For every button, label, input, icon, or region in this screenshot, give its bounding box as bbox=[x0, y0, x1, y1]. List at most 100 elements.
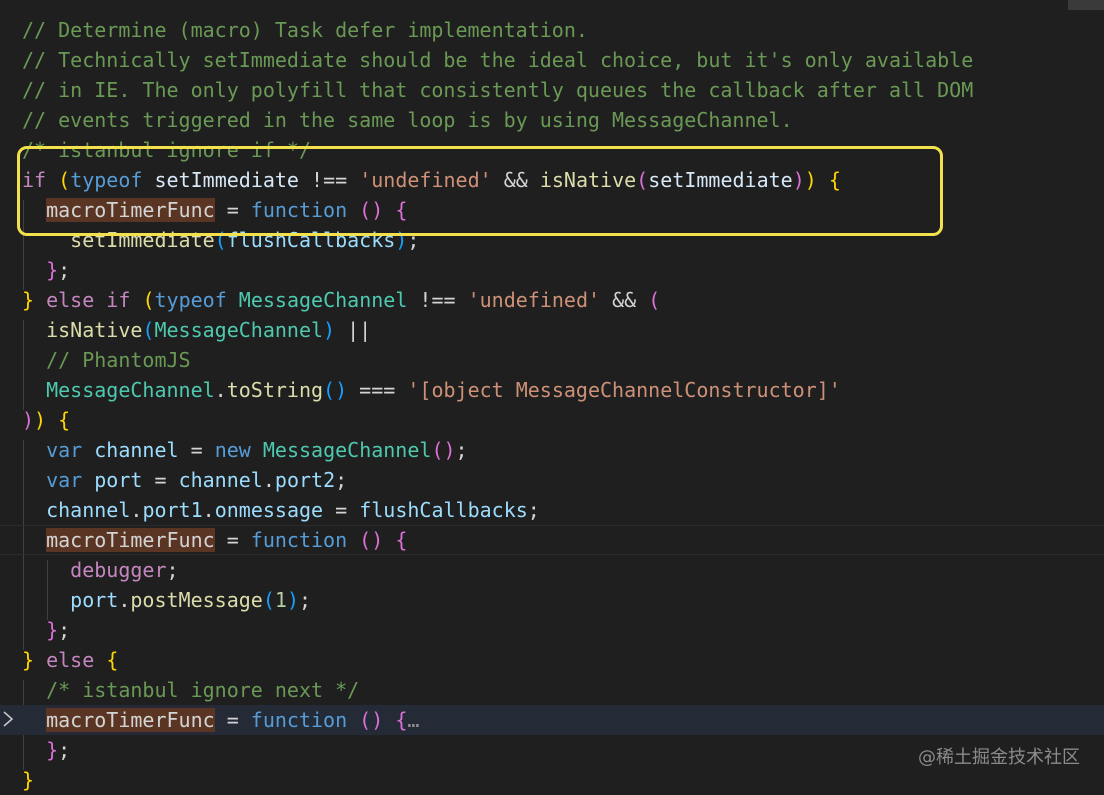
code-token: typeof bbox=[154, 288, 227, 312]
code-token: 1 bbox=[274, 588, 287, 612]
code-token: new bbox=[214, 438, 251, 462]
code-line-content: } else if (typeof MessageChannel !== 'un… bbox=[22, 285, 660, 315]
code-token: onmessage bbox=[214, 498, 324, 522]
code-token: () bbox=[431, 438, 456, 462]
code-line-content: }; bbox=[22, 615, 70, 645]
code-token: ) bbox=[286, 588, 299, 612]
code-line[interactable]: macroTimerFunc = function () { bbox=[0, 525, 1104, 555]
code-line[interactable]: } bbox=[0, 765, 1104, 795]
code-line[interactable]: isNative(MessageChannel) || bbox=[0, 315, 1104, 345]
code-token: } bbox=[46, 738, 59, 762]
code-editor[interactable]: // Determine (macro) Task defer implemen… bbox=[0, 0, 1104, 792]
code-line[interactable]: // in IE. The only polyfill that consist… bbox=[0, 75, 1104, 105]
code-line[interactable]: macroTimerFunc = function () {… bbox=[0, 705, 1104, 735]
code-token: = bbox=[214, 708, 251, 732]
code-line[interactable]: }; bbox=[0, 255, 1104, 285]
code-token: { bbox=[395, 528, 408, 552]
code-line-content: // Technically setImmediate should be th… bbox=[22, 45, 973, 75]
code-token: ) bbox=[323, 318, 336, 342]
annotation-highlight-box bbox=[17, 146, 943, 236]
code-token: . bbox=[262, 468, 275, 492]
code-token: . bbox=[202, 498, 215, 522]
code-line-content: // PhantomJS bbox=[22, 345, 191, 375]
code-token: port bbox=[94, 468, 143, 492]
code-token: } bbox=[22, 288, 35, 312]
code-token: flushCallbacks bbox=[359, 498, 528, 522]
code-token: . bbox=[118, 588, 131, 612]
code-line-content: }; bbox=[22, 255, 70, 285]
code-token: || bbox=[335, 318, 372, 342]
code-token: ) bbox=[22, 408, 35, 432]
code-token: ; bbox=[166, 558, 179, 582]
code-token: // Determine (macro) Task defer implemen… bbox=[22, 18, 588, 42]
code-line-content: debugger; bbox=[22, 555, 179, 585]
code-line-content: MessageChannel.toString() === '[object M… bbox=[22, 375, 841, 405]
code-line[interactable]: } else { bbox=[0, 645, 1104, 675]
code-line[interactable]: )) { bbox=[0, 405, 1104, 435]
code-token: { bbox=[395, 708, 408, 732]
code-token: toString bbox=[226, 378, 324, 402]
code-token: ; bbox=[455, 438, 468, 462]
code-token: 'undefined' bbox=[467, 288, 601, 312]
code-token: // PhantomJS bbox=[46, 348, 191, 372]
code-token: { bbox=[58, 408, 71, 432]
code-line[interactable]: port.postMessage(1); bbox=[0, 585, 1104, 615]
code-line[interactable]: // Technically setImmediate should be th… bbox=[0, 45, 1104, 75]
code-line-content: macroTimerFunc = function () { bbox=[22, 526, 407, 554]
code-line[interactable]: // Determine (macro) Task defer implemen… bbox=[0, 15, 1104, 45]
code-line[interactable]: var channel = new MessageChannel(); bbox=[0, 435, 1104, 465]
code-token: var bbox=[46, 438, 83, 462]
code-token: () bbox=[359, 708, 384, 732]
watermark: @稀土掘金技术社区 bbox=[918, 747, 1080, 768]
code-token: ; bbox=[58, 618, 71, 642]
code-token: channel bbox=[46, 498, 131, 522]
code-line-content: macroTimerFunc = function () {… bbox=[22, 705, 419, 735]
code-token: port bbox=[70, 588, 119, 612]
code-token: ; bbox=[527, 498, 540, 522]
code-line[interactable]: // PhantomJS bbox=[0, 345, 1104, 375]
code-token: port1 bbox=[142, 498, 203, 522]
code-token: MessageChannel bbox=[154, 318, 324, 342]
scrollbar-thumb[interactable] bbox=[1068, 0, 1104, 10]
code-token: () bbox=[359, 528, 384, 552]
code-token: () bbox=[323, 378, 348, 402]
chevron-right-icon[interactable] bbox=[1, 709, 15, 729]
code-line[interactable]: }; bbox=[0, 615, 1104, 645]
code-line[interactable]: debugger; bbox=[0, 555, 1104, 585]
code-token: } bbox=[46, 258, 59, 282]
code-token: function bbox=[250, 708, 348, 732]
code-line[interactable]: /* istanbul ignore next */ bbox=[0, 675, 1104, 705]
code-line[interactable]: MessageChannel.toString() === '[object M… bbox=[0, 375, 1104, 405]
code-line-content: var port = channel.port2; bbox=[22, 465, 347, 495]
code-line[interactable]: // events triggered in the same loop is … bbox=[0, 105, 1104, 135]
code-token: ; bbox=[58, 258, 71, 282]
code-line[interactable]: channel.port1.onmessage = flushCallbacks… bbox=[0, 495, 1104, 525]
code-token: === bbox=[347, 378, 408, 402]
code-token: postMessage bbox=[130, 588, 263, 612]
code-line[interactable]: } else if (typeof MessageChannel !== 'un… bbox=[0, 285, 1104, 315]
code-line-content: /* istanbul ignore next */ bbox=[22, 675, 359, 705]
code-line-content: )) { bbox=[22, 405, 70, 435]
code-token: debugger bbox=[70, 558, 167, 582]
code-token: // Technically setImmediate should be th… bbox=[22, 48, 974, 72]
code-token: && bbox=[600, 288, 649, 312]
code-line-content: // events triggered in the same loop is … bbox=[22, 105, 793, 135]
code-line[interactable]: var port = channel.port2; bbox=[0, 465, 1104, 495]
